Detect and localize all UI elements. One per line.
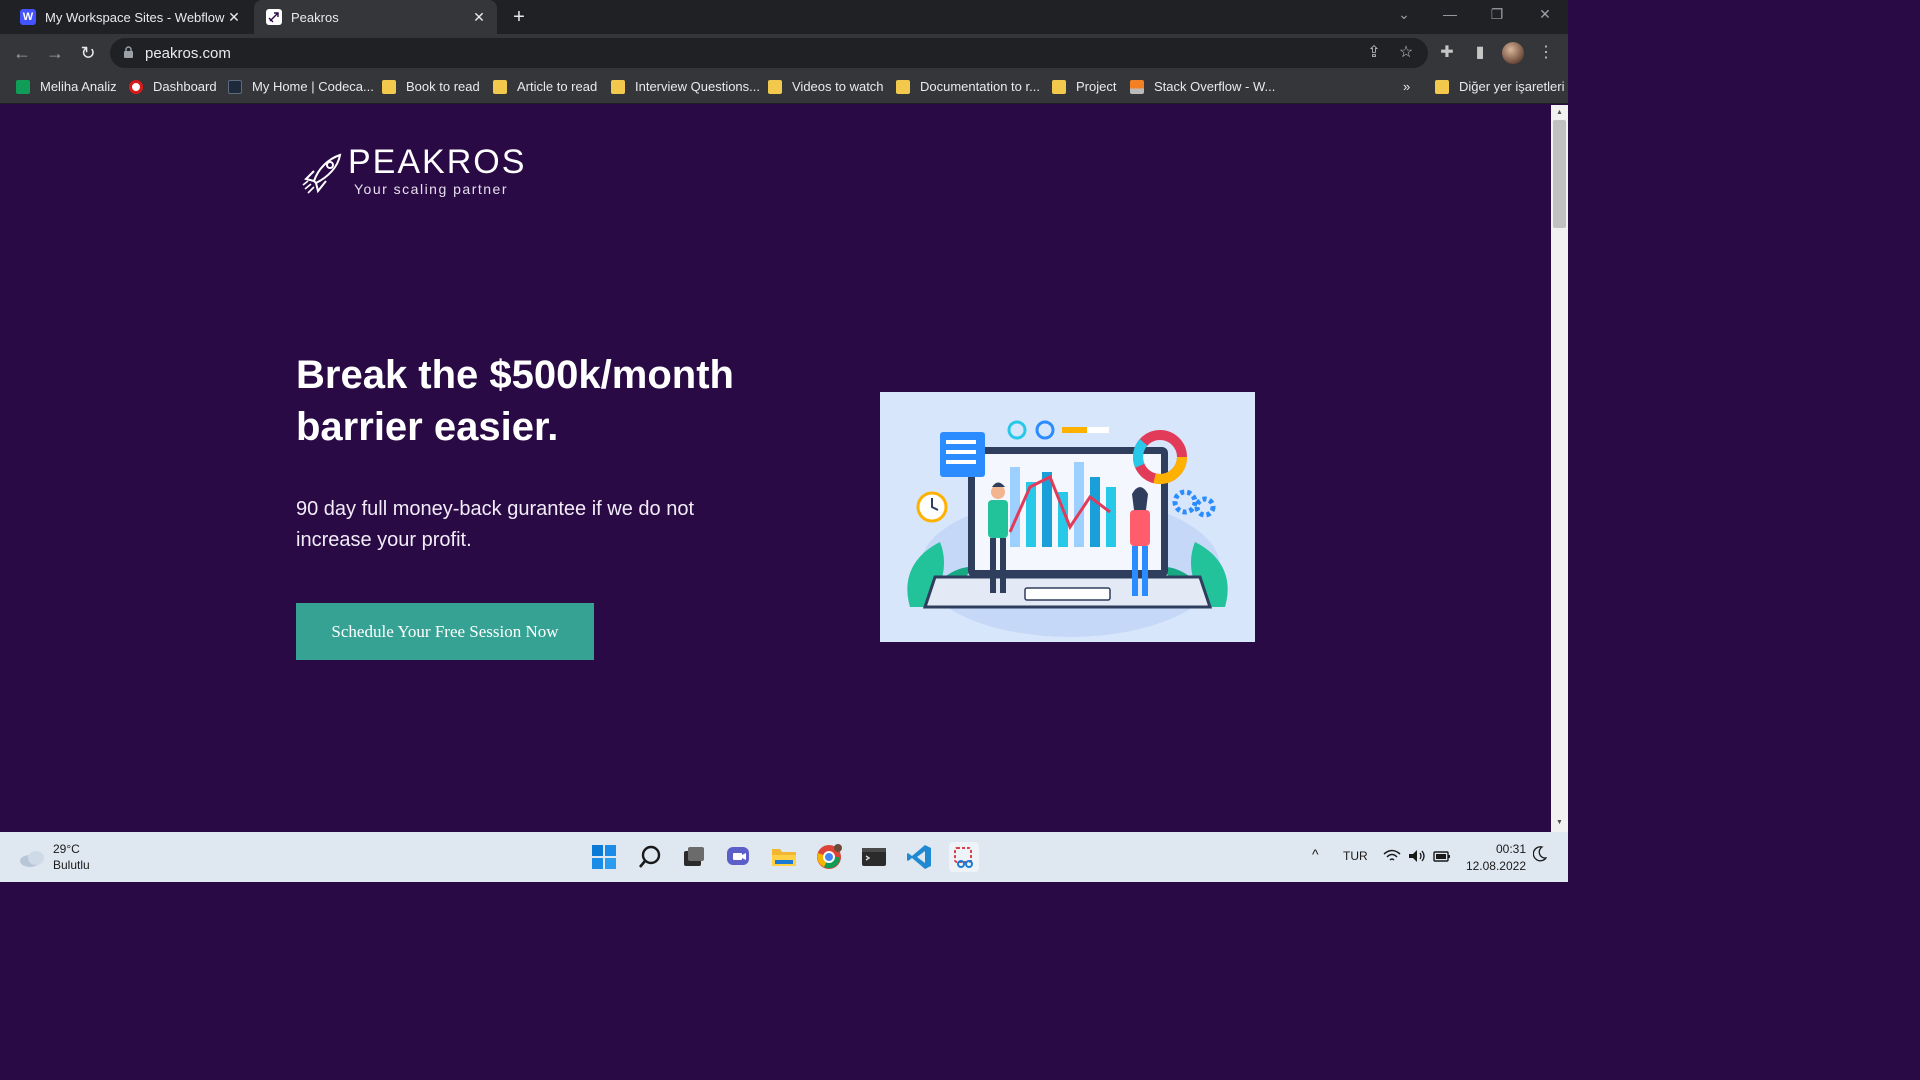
bookmark-item[interactable]: Meliha Analiz (16, 79, 117, 94)
page-scrollbar[interactable]: ▲ ▼ (1551, 105, 1568, 832)
battery-icon[interactable] (1433, 849, 1451, 866)
weather-temperature: 29°C (53, 842, 80, 856)
menu-icon[interactable]: ⋮ (1536, 43, 1556, 63)
bookmark-item[interactable]: Dashboard (129, 79, 217, 94)
chrome-icon[interactable] (814, 842, 844, 872)
weather-widget[interactable]: 29°C Bulutlu (18, 841, 90, 873)
stackoverflow-icon (1130, 79, 1144, 94)
reload-button[interactable]: ↻ (77, 42, 99, 64)
volume-icon[interactable] (1408, 849, 1426, 866)
folder-icon (896, 79, 910, 94)
tab-title: My Workspace Sites - Webflow (45, 9, 225, 25)
bookmark-label: Book to read (406, 79, 480, 94)
bookmark-label: Interview Questions... (635, 79, 760, 94)
bookmark-label: Article to read (517, 79, 598, 94)
close-tab-icon[interactable]: ✕ (226, 9, 242, 25)
folder-icon (493, 79, 507, 94)
system-clock[interactable]: 00:31 12.08.2022 (1462, 841, 1526, 875)
start-icon[interactable] (589, 842, 619, 872)
extensions-icon[interactable]: ✚ (1437, 43, 1457, 63)
os-taskbar: 29°C Bulutlu ^ TUR 00:31 12.08.2022 (0, 832, 1568, 882)
opera-icon (129, 79, 143, 94)
new-tab-button[interactable]: + (508, 6, 530, 28)
back-button[interactable]: ← (11, 42, 33, 64)
browser-toolbar: ← → ↻ peakros.com ⇪ ☆ ✚ ▮ ⋮ (0, 34, 1568, 72)
bookmark-folder[interactable]: Book to read (382, 79, 480, 94)
bookmark-label: Dashboard (153, 79, 217, 94)
folder-icon (768, 79, 782, 94)
bookmark-label: Documentation to r... (920, 79, 1040, 94)
url-text: peakros.com (145, 45, 231, 62)
clock-time: 00:31 (1495, 842, 1526, 856)
other-bookmarks-folder[interactable]: Diğer yer işaretleri (1435, 79, 1564, 94)
scrollbar-thumb[interactable] (1553, 120, 1566, 228)
share-icon[interactable]: ⇪ (1364, 43, 1384, 63)
site-logo[interactable]: PEAKROS Your scaling partner (302, 145, 526, 197)
close-tab-icon[interactable]: ✕ (471, 9, 487, 25)
forward-button[interactable]: → (44, 42, 66, 64)
wifi-icon[interactable] (1383, 849, 1401, 866)
language-indicator[interactable]: TUR (1343, 849, 1368, 863)
bookmark-star-icon[interactable]: ☆ (1396, 43, 1416, 63)
bookmark-folder[interactable]: Interview Questions... (611, 79, 760, 94)
file-explorer-icon[interactable] (769, 842, 799, 872)
codecademy-icon (228, 79, 242, 94)
address-bar[interactable]: peakros.com ⇪ ☆ (110, 38, 1428, 68)
search-icon[interactable] (635, 842, 665, 872)
bookmark-label: Project (1076, 79, 1117, 94)
tab-peakros[interactable]: Peakros ✕ (254, 0, 497, 34)
bookmark-folder[interactable]: Videos to watch (768, 79, 884, 94)
logo-tagline: Your scaling partner (354, 181, 509, 197)
bookmark-label: Meliha Analiz (40, 79, 117, 94)
side-panel-icon[interactable]: ▮ (1470, 43, 1490, 63)
bookmark-label: Stack Overflow - W... (1154, 79, 1276, 94)
tab-title: Peakros (291, 9, 339, 25)
vscode-icon[interactable] (904, 842, 934, 872)
scroll-down-icon[interactable]: ▼ (1555, 819, 1564, 826)
scroll-up-icon[interactable]: ▲ (1555, 109, 1564, 116)
schedule-session-button[interactable]: Schedule Your Free Session Now (296, 603, 594, 660)
tab-search-icon[interactable]: ⌄ (1394, 6, 1414, 23)
folder-icon (1435, 79, 1449, 94)
bookmark-folder[interactable]: Article to read (493, 79, 597, 94)
minimize-button[interactable]: — (1440, 6, 1460, 22)
folder-icon (1052, 79, 1066, 94)
hero-subtext: 90 day full money-back gurantee if we do… (296, 498, 695, 551)
bookmark-label: Diğer yer işaretleri (1459, 79, 1565, 94)
close-window-button[interactable]: ✕ (1535, 6, 1555, 23)
bookmark-label: Videos to watch (792, 79, 884, 94)
tab-webflow[interactable]: W My Workspace Sites - Webflow ✕ (8, 0, 252, 34)
task-view-icon[interactable] (679, 842, 709, 872)
webflow-icon: W (20, 9, 36, 25)
restore-button[interactable]: ❐ (1487, 6, 1507, 23)
sheets-icon (16, 79, 30, 94)
bookmarks-bar: Meliha Analiz Dashboard My Home | Codeca… (0, 72, 1568, 104)
folder-icon (611, 79, 625, 94)
lock-icon (124, 46, 133, 58)
snipping-tool-icon[interactable] (949, 842, 979, 872)
teams-chat-icon[interactable] (724, 842, 754, 872)
folder-icon (382, 79, 396, 94)
bookmark-folder[interactable]: Project (1052, 79, 1116, 94)
cloud-icon (20, 851, 44, 867)
profile-avatar[interactable] (1502, 42, 1524, 64)
weather-description: Bulutlu (53, 858, 90, 872)
rocket-logo-icon (302, 153, 342, 194)
page-viewport: PEAKROS Your scaling partner Break the $… (0, 105, 1551, 832)
bookmark-item[interactable]: My Home | Codeca... (228, 79, 374, 94)
bookmark-item[interactable]: Stack Overflow - W... (1130, 79, 1275, 94)
tab-strip: W My Workspace Sites - Webflow ✕ Peakros… (0, 0, 1568, 34)
bookmarks-overflow-button[interactable]: » (1403, 79, 1410, 94)
clock-date: 12.08.2022 (1465, 859, 1526, 873)
notifications-moon-icon[interactable] (1532, 846, 1548, 865)
bookmark-label: My Home | Codeca... (252, 79, 374, 94)
tray-chevron-up-icon[interactable]: ^ (1312, 846, 1319, 862)
terminal-icon[interactable] (859, 842, 889, 872)
hero-headline: Break the $500k/month barrier easier. (296, 353, 734, 449)
rocket-icon (266, 9, 282, 25)
hero-illustration (880, 392, 1255, 642)
logo-name: PEAKROS (348, 143, 527, 181)
bookmark-folder[interactable]: Documentation to r... (896, 79, 1040, 94)
